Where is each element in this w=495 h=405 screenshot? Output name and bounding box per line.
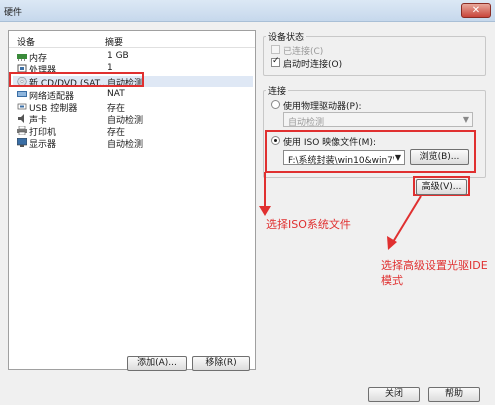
network-adapter-icon (17, 91, 27, 97)
iso-annotation-arrow (259, 172, 271, 216)
display-icon (17, 138, 27, 147)
cd-dvd-highlight-box (9, 72, 144, 87)
device-name: 显示器 (29, 140, 57, 150)
printer-icon (17, 126, 27, 135)
device-row-usb-controller[interactable]: USB 控制器 存在 (13, 101, 253, 114)
sound-card-icon (18, 114, 24, 123)
ide-annotation-text-line2: 模式 (381, 274, 403, 287)
device-status-title: 设备状态 (266, 30, 307, 43)
add-device-button[interactable]: 添加(A)... (127, 356, 187, 371)
device-summary: 自动检测 (107, 140, 144, 150)
browse-button[interactable]: 浏览(B)... (410, 149, 469, 165)
connect-on-start-label: 启动时连接(O) (283, 60, 343, 70)
connected-checkbox[interactable] (271, 45, 280, 54)
iso-path-value: F:\系统封装\win10&win7\DE (288, 156, 394, 166)
chevron-down-icon: ▼ (394, 153, 401, 162)
close-button[interactable]: 关闭 (368, 387, 420, 402)
device-row-sound-card[interactable]: 声卡 自动检测 (13, 113, 253, 126)
advanced-annotation-arrow (387, 195, 422, 250)
device-summary: 1 GB (107, 51, 129, 61)
close-button-label: 关闭 (384, 389, 403, 399)
usb-icon (17, 103, 27, 110)
iso-image-label: 使用 ISO 映像文件(M): (283, 138, 376, 148)
column-header-summary[interactable]: 摘要 (105, 35, 123, 48)
iso-annotation-text: 选择ISO系统文件 (266, 218, 351, 231)
advanced-button[interactable]: 高级(V)... (416, 179, 467, 195)
advanced-button-label: 高级(V)... (421, 182, 462, 192)
device-list-header: 设备 摘要 (9, 31, 255, 48)
browse-button-label: 浏览(B)... (419, 152, 460, 162)
hardware-dialog: 设备 摘要 内存 1 GB 处理器 1 新 CD/DVD (SAT... 自动检… (0, 22, 495, 405)
physical-drive-value: 自动检测 (288, 118, 325, 128)
physical-drive-label: 使用物理驱动器(P): (283, 102, 362, 112)
iso-image-radio[interactable] (271, 136, 280, 145)
device-row-printer[interactable]: 打印机 存在 (13, 125, 253, 138)
remove-button-label: 移除(R) (205, 358, 237, 368)
chevron-down-icon: ▼ (462, 115, 469, 124)
device-row-memory[interactable]: 内存 1 GB (13, 51, 253, 64)
device-row-network-adapter[interactable]: 网络适配器 NAT (13, 89, 253, 102)
title-bar: 硬件 ✕ (0, 0, 495, 22)
help-button-label: 帮助 (444, 389, 463, 399)
connected-label: 已连接(C) (283, 47, 324, 57)
window-title: 硬件 (4, 8, 23, 18)
add-button-label: 添加(A)... (137, 358, 177, 368)
memory-icon (17, 54, 27, 61)
iso-path-select[interactable]: F:\系统封装\win10&win7\DE ▼ (283, 150, 405, 166)
connect-on-start-checkbox[interactable] (271, 56, 280, 67)
connection-title: 连接 (266, 84, 289, 97)
remove-device-button[interactable]: 移除(R) (192, 356, 250, 371)
physical-drive-select[interactable]: 自动检测 ▼ (283, 112, 473, 128)
device-summary: NAT (107, 89, 125, 99)
help-button[interactable]: 帮助 (428, 387, 480, 402)
ide-annotation-text-line1: 选择高级设置光驱IDE (381, 259, 488, 272)
window-close-button[interactable]: ✕ (461, 3, 491, 18)
physical-drive-radio[interactable] (271, 100, 280, 109)
column-header-device[interactable]: 设备 (17, 35, 35, 48)
device-row-display[interactable]: 显示器 自动检测 (13, 137, 253, 150)
